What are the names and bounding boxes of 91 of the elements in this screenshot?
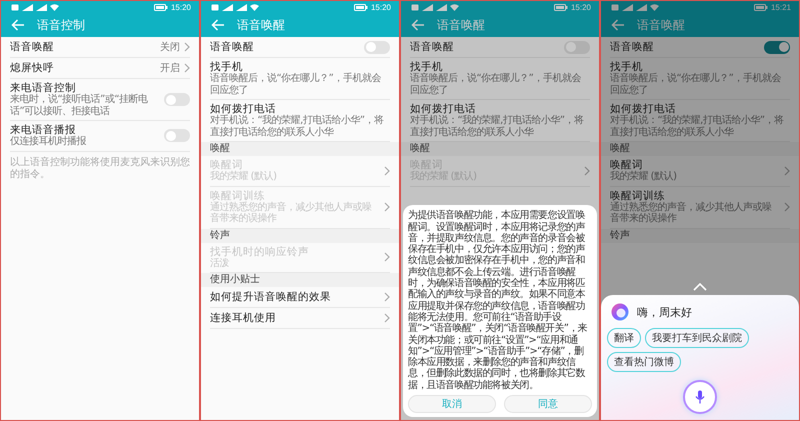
- setting-label[interactable]: 语音唤醒: [210, 41, 360, 53]
- sim-card-icon: [211, 4, 219, 10]
- screen-title: 语音控制: [37, 16, 85, 34]
- back-arrow-icon[interactable]: [11, 19, 25, 31]
- battery-icon: [154, 4, 168, 10]
- dialog-message: 为提供语音唤醒功能，本应用需要您设置唤醒词。设置唤醒词时，本应用将记录您的声音，并提取声纹信息。您的声音的录音会被保存在手机中，仅允许本应用访问；您的声纹信息会被加密保存在手机中，您的声音和声纹信息都不会上传云端。进行语音唤醒时，为确保语音唤醒的安全性，本应用将匹配输入的声纹与录音的声纹。如果不同意本应用提取并保存您的声纹信息，语音唤醒功能将无法使用。您可前往“语音助手设置”>“语音唤醒”，关闭“语音唤醒开关”，来关闭本功能；或可前往“设置”>“应用和通知”>“应用管理”>“语音助手”>“存储”，删除本应用数据，来删除您的声音和声纹信息，但删除此数据的同时，也将删除其它数据，且语音唤醒功能将被关闭。: [408, 210, 588, 391]
- setting-description: 通过熟悉您的声音，减少其他人声或噪音带来的误操作: [610, 202, 772, 224]
- signal-icon: [36, 4, 47, 10]
- status-time: 15:21: [770, 2, 791, 12]
- chevron-right-icon: [384, 166, 390, 176]
- toggle-switch[interactable]: [164, 93, 190, 106]
- setting-label[interactable]: 唤醒词训练: [610, 190, 780, 202]
- back-arrow-icon[interactable]: [211, 19, 225, 31]
- chevron-right-icon: [784, 202, 790, 212]
- status-time: 15:20: [370, 2, 391, 12]
- toggle-switch[interactable]: [764, 40, 790, 54]
- microphone-button[interactable]: [683, 380, 717, 414]
- setting-label[interactable]: 如何提升语音唤醒的效果: [210, 291, 380, 303]
- suggestion-chip[interactable]: 查看热门微博: [607, 352, 681, 372]
- setting-description: 仅连接耳机时播报: [10, 136, 87, 148]
- toggle-switch[interactable]: [364, 40, 390, 54]
- screen-title: 语音唤醒: [437, 16, 485, 34]
- screen-title: 语音唤醒: [237, 16, 285, 34]
- signal-icon: [22, 4, 33, 10]
- signal-icon: [636, 4, 647, 10]
- setting-description: 语音唤醒后，说“你在哪儿？”，手机就会回应您了: [210, 73, 382, 96]
- setting-label[interactable]: 连接耳机使用: [210, 312, 380, 324]
- setting-description: 语音唤醒后，说“你在哪儿？”，手机就会回应您了: [610, 73, 782, 96]
- setting-description: 来电时，说“接听电话”或“挂断电话”可以接听、拒接电话: [10, 94, 149, 117]
- chevron-right-icon: [384, 202, 390, 212]
- signal-icon: [222, 4, 233, 10]
- section-header: 唤醒: [401, 142, 599, 156]
- footnote-text: 以上语音控制功能将使用麦克风来识别您的指令。: [10, 156, 190, 180]
- back-arrow-icon[interactable]: [611, 19, 625, 31]
- status-time: 15:20: [170, 2, 191, 12]
- setting-value: 关闭: [160, 40, 180, 54]
- toggle-switch[interactable]: [164, 129, 190, 142]
- setting-label[interactable]: 语音唤醒: [410, 41, 560, 53]
- setting-label[interactable]: 语音唤醒: [610, 41, 760, 53]
- chevron-right-icon: [384, 252, 390, 262]
- signal-icon: [622, 4, 633, 10]
- section-header: 唤醒: [601, 142, 799, 156]
- setting-description: 对手机说：“我的荣耀,打电话给小华”，将直接打电话给您的联系人小华: [610, 115, 785, 138]
- battery-icon: [354, 4, 368, 10]
- setting-label: 如何拨打电话: [410, 103, 477, 115]
- section-header: 铃声: [201, 228, 399, 242]
- setting-value: 开启: [160, 62, 180, 75]
- setting-label[interactable]: 唤醒词: [610, 159, 780, 171]
- setting-description: 语音唤醒后，说“你在哪儿？”，手机就会回应您了: [410, 73, 582, 96]
- signal-icon: [422, 4, 433, 10]
- setting-label: 找手机: [610, 61, 644, 73]
- sim-card-icon: [411, 4, 419, 10]
- wifi-icon: [650, 4, 659, 10]
- screen-title: 语音唤醒: [637, 16, 685, 34]
- sim-card-icon: [611, 4, 619, 10]
- section-header: 使用小贴士: [201, 273, 399, 287]
- setting-description: 对手机说：“我的荣耀,打电话给小华”，将直接打电话给您的联系人小华: [410, 115, 585, 138]
- microphone-icon: [695, 390, 705, 404]
- chevron-right-icon: [184, 63, 190, 73]
- battery-icon: [754, 4, 768, 10]
- setting-label[interactable]: 熄屏快呼: [10, 62, 156, 74]
- signal-icon: [236, 4, 247, 10]
- chevron-right-icon: [784, 166, 790, 176]
- wifi-icon: [250, 4, 259, 10]
- setting-label[interactable]: 语音唤醒: [10, 41, 156, 53]
- signal-icon: [436, 4, 447, 10]
- status-time: 15:20: [570, 2, 591, 12]
- setting-label: 找手机: [410, 61, 444, 73]
- wifi-icon: [50, 4, 59, 10]
- setting-label[interactable]: 来电语音播报: [10, 124, 160, 136]
- chevron-right-icon: [584, 166, 590, 176]
- setting-description: 我的荣耀 (默认): [610, 171, 678, 182]
- setting-label: 如何拨打电话: [610, 103, 677, 115]
- assistant-avatar-icon: [611, 303, 629, 321]
- setting-description: 对手机说：“我的荣耀,打电话给小华”，将直接打电话给您的联系人小华: [210, 115, 385, 138]
- setting-label[interactable]: 来电语音控制: [10, 82, 160, 94]
- sim-card-icon: [11, 4, 19, 10]
- chevron-right-icon: [384, 292, 390, 302]
- wifi-icon: [450, 4, 459, 10]
- back-arrow-icon[interactable]: [411, 19, 425, 31]
- setting-label: 找手机: [210, 61, 244, 73]
- section-header: 唤醒: [201, 142, 399, 156]
- section-header: 铃声: [601, 228, 799, 242]
- setting-label: 如何拨打电话: [210, 103, 277, 115]
- suggestion-chip[interactable]: 翻译: [607, 328, 641, 348]
- assistant-greeting: 嗨，周末好: [637, 304, 692, 320]
- chevron-right-icon: [384, 313, 390, 323]
- chevron-right-icon: [184, 42, 190, 52]
- suggestion-chip[interactable]: 我要打车到民众剧院: [645, 328, 749, 348]
- battery-icon: [554, 4, 568, 10]
- chevron-up-icon[interactable]: [693, 283, 707, 291]
